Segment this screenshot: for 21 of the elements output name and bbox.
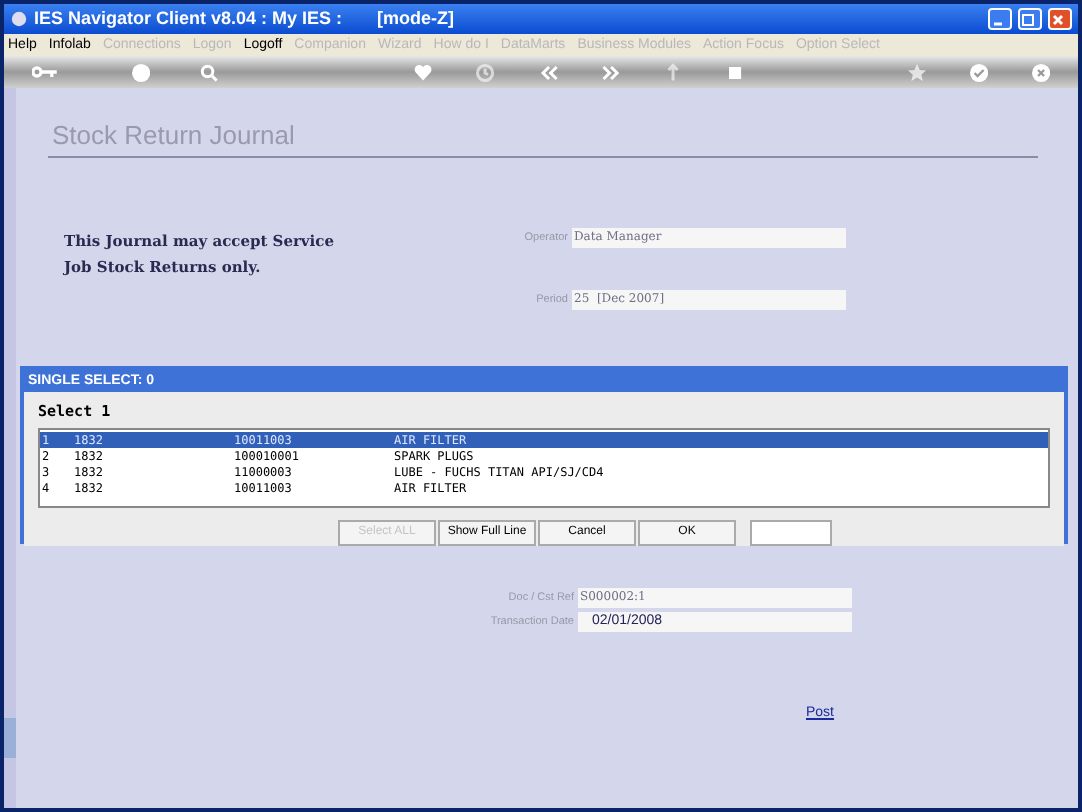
stop-icon[interactable] xyxy=(725,61,744,83)
input-field[interactable] xyxy=(750,520,832,546)
check-icon[interactable] xyxy=(969,61,988,83)
page-title: Stock Return Journal xyxy=(52,118,297,154)
rewind-icon[interactable] xyxy=(539,61,558,83)
close-button[interactable] xyxy=(1048,8,1072,30)
window-title: IES Navigator Client v8.04 : My IES : [mode-Z] xyxy=(34,5,455,32)
search-icon[interactable] xyxy=(200,61,219,83)
fast-forward-icon[interactable] xyxy=(601,61,620,83)
close-icon xyxy=(1050,11,1066,27)
sort-icon[interactable] xyxy=(663,61,682,83)
side-handle[interactable] xyxy=(4,718,16,758)
heart-icon[interactable] xyxy=(414,61,433,83)
maximize-icon xyxy=(1020,11,1036,27)
star-icon[interactable] xyxy=(907,61,926,83)
close-icon[interactable] xyxy=(1031,61,1051,83)
maximize-button[interactable] xyxy=(1018,8,1042,30)
minimize-button[interactable] xyxy=(988,8,1012,30)
app-icon xyxy=(10,10,28,28)
clock-icon[interactable] xyxy=(476,61,496,83)
key-icon[interactable] xyxy=(32,62,59,82)
